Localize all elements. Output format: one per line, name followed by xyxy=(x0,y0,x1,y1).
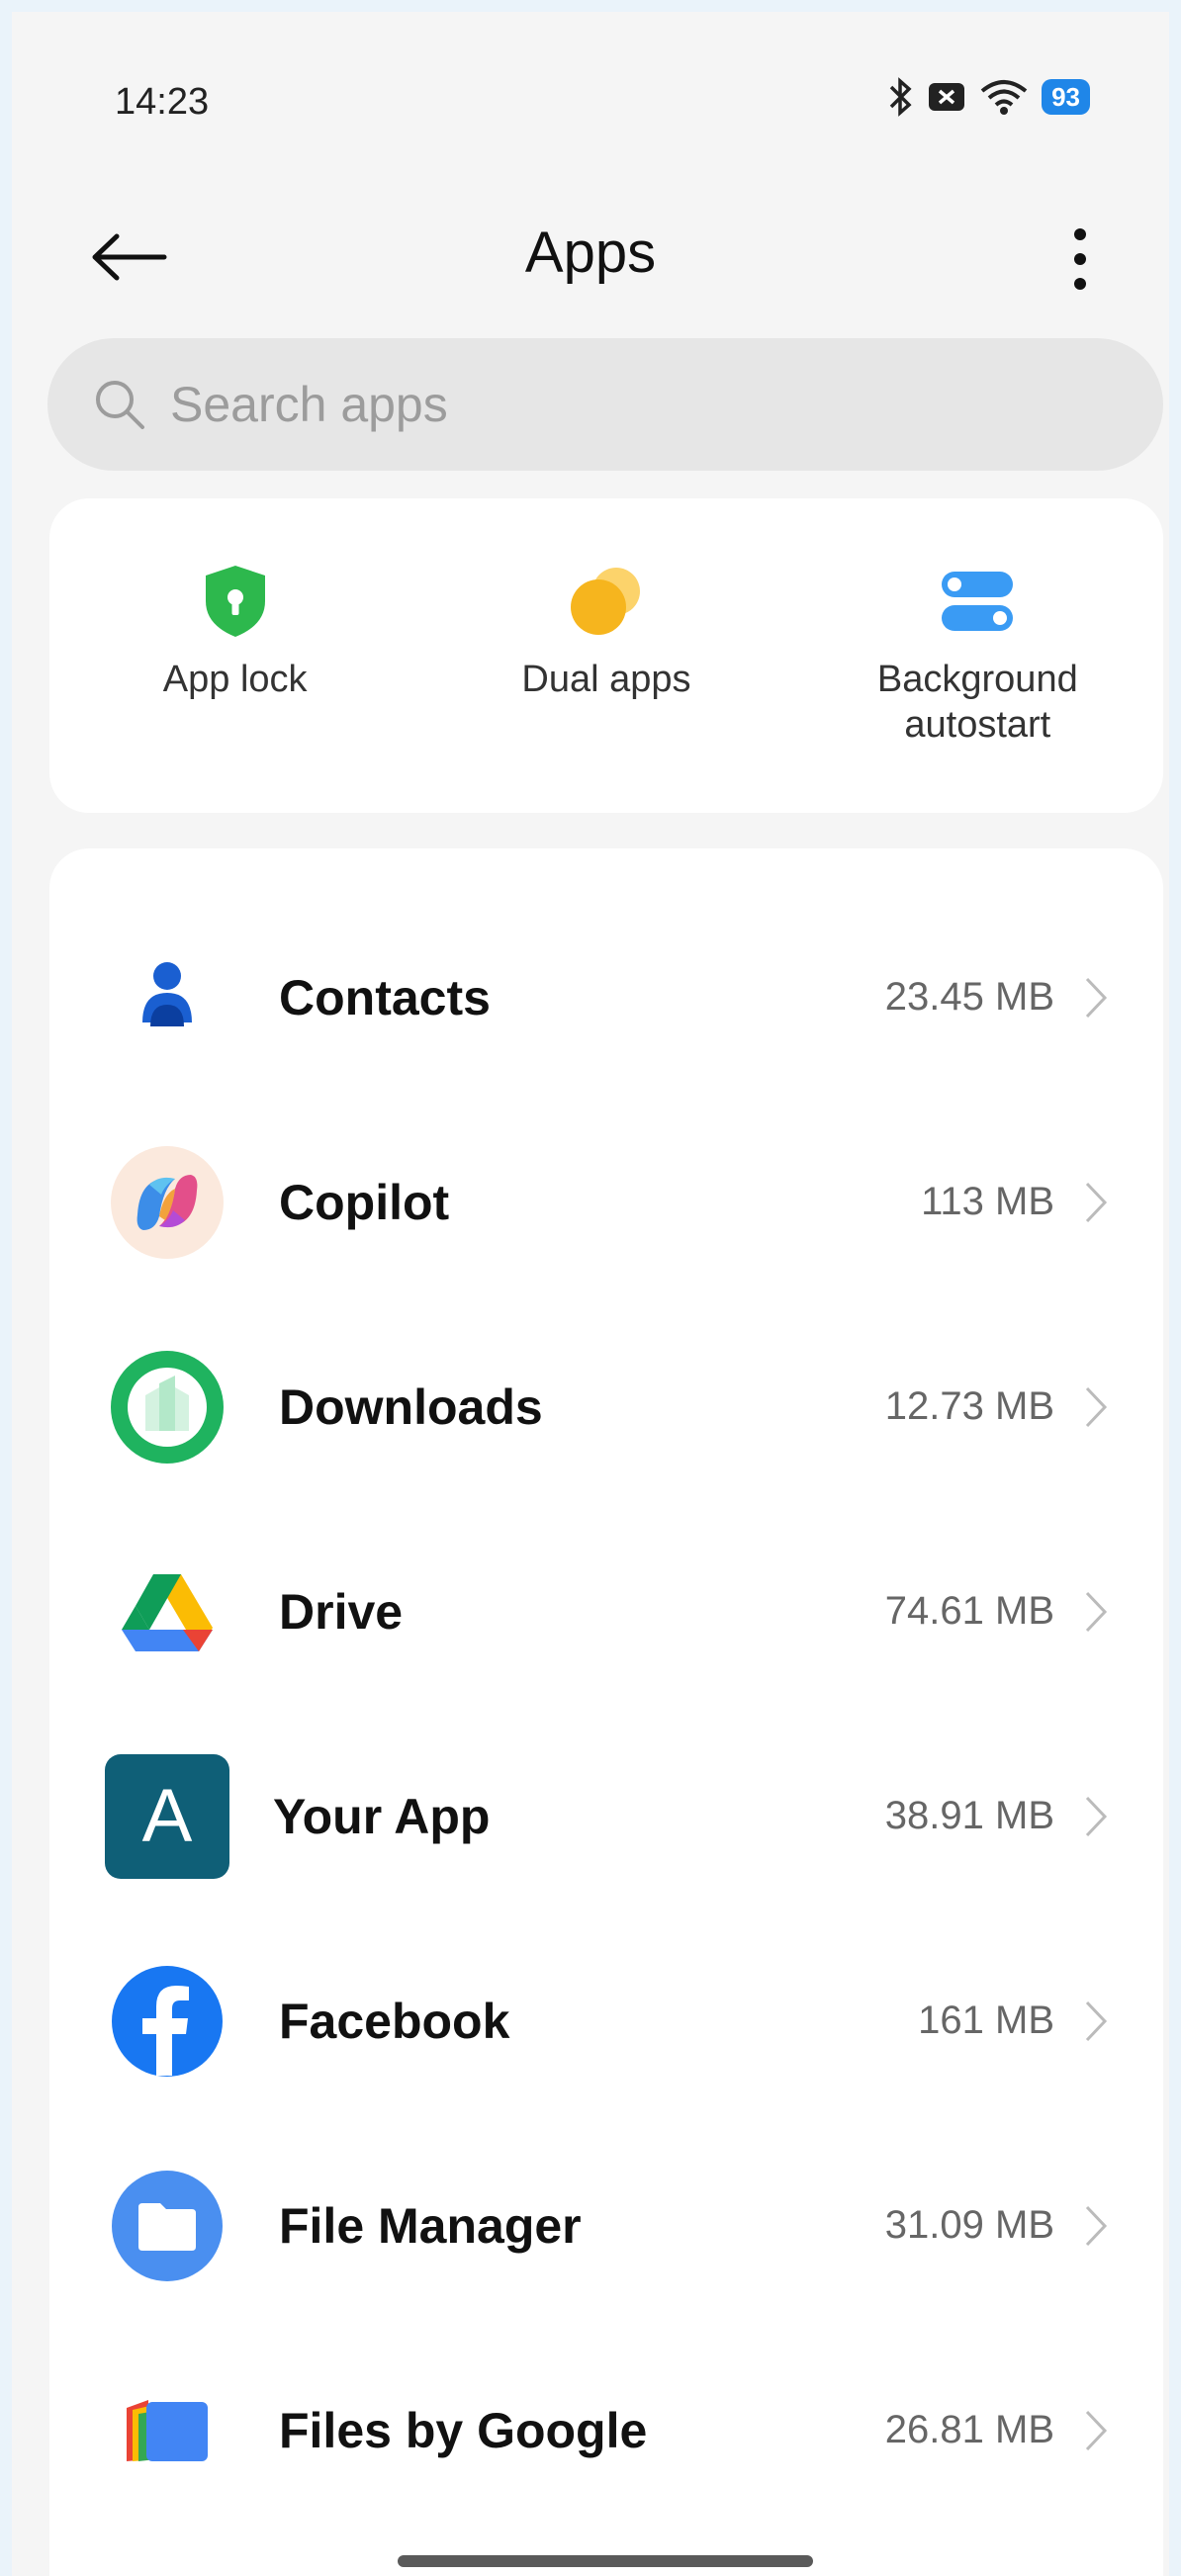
wifi-icon xyxy=(980,80,1028,115)
chevron-right-icon xyxy=(1076,1582,1116,1642)
app-name: Copilot xyxy=(279,1174,450,1230)
copilot-icon xyxy=(105,1140,229,1265)
app-size: 12.73 MB xyxy=(884,1384,1054,1428)
facebook-icon xyxy=(105,1959,229,2084)
dual-apps-action[interactable]: Dual apps xyxy=(420,498,791,813)
app-lock-action[interactable]: App lock xyxy=(49,498,420,813)
app-size: 113 MB xyxy=(921,1180,1054,1223)
app-list: Contacts 23.45 MB Copilot 113 MB Downloa… xyxy=(49,848,1163,2576)
app-size: 74.61 MB xyxy=(884,1589,1054,1633)
more-options-button[interactable] xyxy=(1050,220,1110,299)
dual-circles-icon xyxy=(567,562,646,641)
contacts-icon xyxy=(105,935,229,1060)
app-name: Drive xyxy=(279,1583,404,1640)
list-item[interactable]: File Manager 31.09 MB xyxy=(49,2123,1163,2328)
bluetooth-icon xyxy=(889,77,912,117)
app-name: Files by Google xyxy=(279,2402,648,2458)
chevron-right-icon xyxy=(1076,1787,1116,1846)
app-size: 161 MB xyxy=(918,1999,1054,2042)
page-title: Apps xyxy=(524,221,657,285)
file-manager-icon xyxy=(105,2164,229,2288)
status-bar: 14:23 93 xyxy=(12,12,1169,140)
chevron-right-icon xyxy=(1076,1377,1116,1437)
battery-indicator: 93 xyxy=(1042,79,1090,115)
home-indicator[interactable] xyxy=(398,2555,813,2567)
app-lock-label: App lock xyxy=(162,659,308,700)
app-size: 26.81 MB xyxy=(884,2408,1054,2451)
quick-actions-card: App lock Dual apps Background autostart xyxy=(49,498,1163,813)
search-input[interactable] xyxy=(170,376,1060,433)
more-vertical-icon xyxy=(1074,228,1086,290)
app-size: 38.91 MB xyxy=(884,1794,1054,1837)
drive-icon xyxy=(105,1550,229,1674)
list-item[interactable]: A Your App 38.91 MB xyxy=(49,1714,1163,1918)
search-bar[interactable] xyxy=(47,338,1163,471)
list-item[interactable]: Copilot 113 MB xyxy=(49,1100,1163,1304)
list-item[interactable]: Downloads 12.73 MB xyxy=(49,1304,1163,1509)
app-size: 23.45 MB xyxy=(884,975,1054,1019)
app-size: 31.09 MB xyxy=(884,2203,1054,2247)
status-time: 14:23 xyxy=(115,81,210,123)
no-sim-icon xyxy=(929,83,965,111)
dual-apps-label: Dual apps xyxy=(521,659,691,700)
list-item[interactable]: Drive 74.61 MB xyxy=(49,1509,1163,1714)
app-name: Your App xyxy=(273,1788,491,1844)
your-app-icon-letter: A xyxy=(141,1774,193,1858)
toggle-switches-icon xyxy=(938,562,1017,641)
chevron-right-icon xyxy=(1076,968,1116,1027)
files-by-google-icon xyxy=(105,2368,229,2493)
app-name: File Manager xyxy=(279,2197,582,2254)
app-name: Downloads xyxy=(279,1378,543,1435)
shield-lock-icon xyxy=(196,562,275,641)
background-autostart-label: Background autostart xyxy=(876,659,1078,746)
status-icons: 93 xyxy=(885,77,1090,117)
list-item[interactable]: Contacts 23.45 MB xyxy=(49,895,1163,1100)
list-item[interactable]: Facebook 161 MB xyxy=(49,1918,1163,2123)
chevron-right-icon xyxy=(1076,1173,1116,1232)
your-app-icon: A xyxy=(105,1753,229,1879)
list-item[interactable]: Files by Google 26.81 MB xyxy=(49,2328,1163,2532)
app-name: Contacts xyxy=(279,969,491,1025)
chevron-right-icon xyxy=(1076,2196,1116,2256)
chevron-right-icon xyxy=(1076,2401,1116,2460)
search-icon xyxy=(96,381,144,429)
app-name: Facebook xyxy=(279,1993,510,2049)
downloads-icon xyxy=(105,1345,229,1469)
chevron-right-icon xyxy=(1076,1992,1116,2051)
background-autostart-action[interactable]: Background autostart xyxy=(792,498,1163,813)
app-header: Apps xyxy=(12,200,1169,309)
apps-screen: 14:23 93 Apps Search apps App lock Dual … xyxy=(12,12,1169,2576)
